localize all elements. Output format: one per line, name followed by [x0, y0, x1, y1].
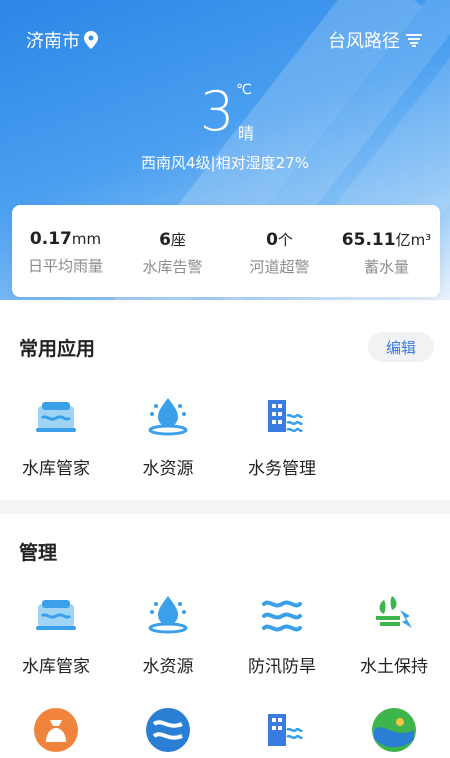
stat-river-warning[interactable]: 0个 河道超警 — [226, 205, 333, 297]
app-water-affairs[interactable]: 水务管理 — [226, 392, 338, 479]
temperature: 3 — [200, 80, 235, 143]
edit-button[interactable]: 编辑 — [368, 332, 434, 362]
app-label: 水土保持 — [360, 657, 428, 677]
mgmt-river[interactable] — [112, 706, 224, 758]
location-pin-icon — [84, 31, 98, 49]
stat-label: 日平均雨量 — [27, 257, 103, 275]
stat-label: 河道超警 — [249, 258, 310, 276]
app-label: 水库管家 — [22, 459, 90, 479]
app-label: 防汛防旱 — [248, 657, 316, 677]
water-stats-card: 0.17mm 日平均雨量 6座 水库告警 0个 河道超警 65.11亿m³ 蓄水… — [12, 205, 440, 297]
stat-label: 水库告警 — [142, 258, 203, 276]
mgmt-globe[interactable] — [338, 706, 450, 758]
money-bag-icon — [34, 708, 78, 752]
mgmt-building[interactable] — [226, 706, 338, 758]
app-label: 水资源 — [142, 657, 194, 677]
management-title: 管理 — [19, 542, 58, 564]
reservoir-icon — [36, 600, 76, 630]
typhoon-path-link[interactable]: 台风路径 — [328, 27, 422, 53]
wind-humidity: 西南风4级|相对湿度27% — [141, 154, 309, 172]
app-water-resources[interactable]: 水资源 — [112, 392, 224, 479]
mgmt-finance[interactable] — [0, 706, 112, 758]
app-label: 水库管家 — [22, 657, 90, 677]
section-divider — [0, 500, 450, 514]
river-logo-icon — [146, 708, 190, 752]
wave-globe-icon — [372, 708, 416, 752]
stat-storage[interactable]: 65.11亿m³ 蓄水量 — [333, 205, 440, 297]
building-icon — [268, 714, 304, 746]
mgmt-water-resources[interactable]: 水资源 — [112, 590, 224, 677]
common-apps-title: 常用应用 — [19, 338, 96, 360]
mgmt-soil-conservation[interactable]: 水土保持 — [338, 590, 450, 677]
city-name: 济南市 — [26, 31, 80, 52]
stat-label: 蓄水量 — [363, 258, 409, 276]
stat-reservoir-alarm[interactable]: 6座 水库告警 — [119, 205, 226, 297]
typhoon-icon — [406, 34, 422, 47]
reservoir-icon — [36, 402, 76, 432]
typhoon-label: 台风路径 — [328, 31, 400, 52]
city-selector[interactable]: 济南市 — [26, 27, 98, 53]
app-label: 水务管理 — [248, 459, 316, 479]
app-reservoir[interactable]: 水库管家 — [0, 392, 112, 479]
temperature-unit: ℃ — [236, 82, 252, 98]
building-icon — [268, 400, 304, 433]
water-drop-icon — [148, 596, 188, 634]
weather-condition: 晴 — [238, 124, 255, 143]
soil-conservation-icon — [376, 596, 412, 628]
app-label: 水资源 — [142, 459, 194, 479]
water-drop-icon — [148, 398, 188, 436]
stat-rainfall[interactable]: 0.17mm 日平均雨量 — [12, 205, 119, 297]
mgmt-flood-drought[interactable]: 防汛防旱 — [226, 590, 338, 677]
flood-waves-icon — [262, 600, 302, 632]
mgmt-reservoir[interactable]: 水库管家 — [0, 590, 112, 677]
